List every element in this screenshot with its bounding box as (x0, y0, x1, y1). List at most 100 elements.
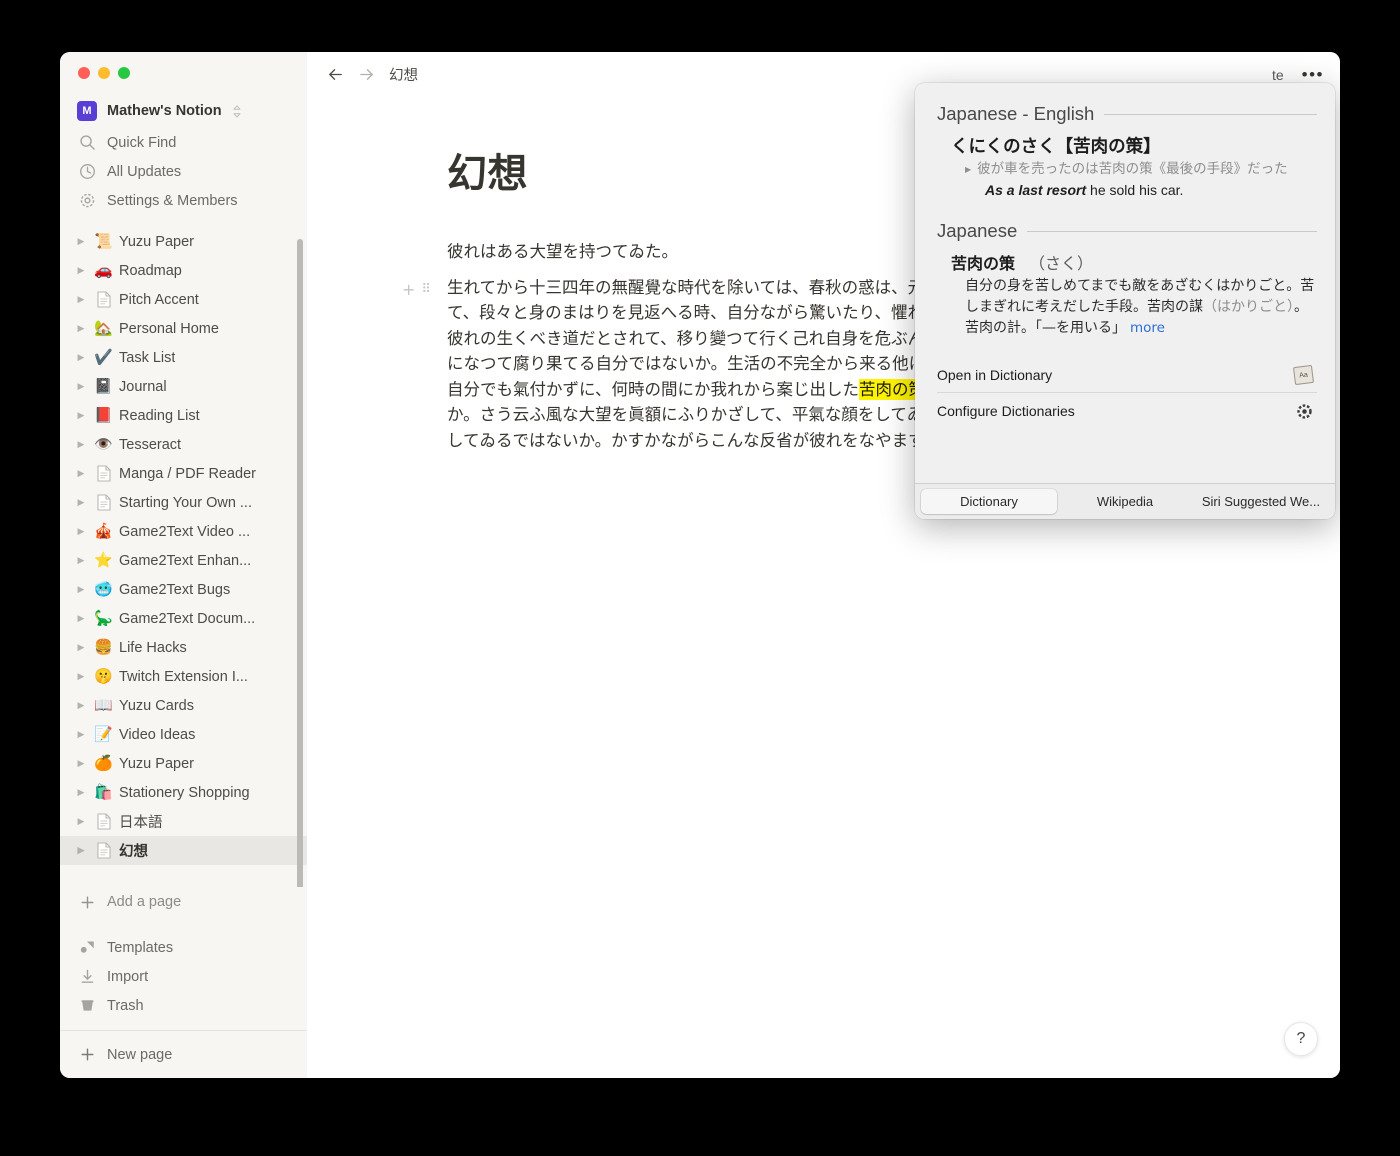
sidebar-page-label: Yuzu Cards (119, 697, 194, 714)
sidebar-item-import[interactable]: Import (60, 962, 307, 991)
forward-arrow-icon[interactable] (358, 66, 375, 83)
expand-triangle-icon[interactable]: ▶ (74, 701, 88, 710)
drag-handle-icon[interactable]: ⠿ (421, 283, 430, 296)
sidebar-item-templates[interactable]: Templates (60, 933, 307, 962)
expand-triangle-icon[interactable]: ▶ (74, 614, 88, 623)
close-window-button[interactable] (78, 67, 90, 79)
dictionary-entry-ja-en: くにくのさく【苦肉の策】 ▶ 彼が車を売ったのは苦肉の策《最後の手段》だった A… (937, 133, 1317, 200)
expand-triangle-icon[interactable]: ▶ (74, 382, 88, 391)
sidebar-item-label: Settings & Members (107, 192, 238, 209)
expand-triangle-icon[interactable]: ▶ (74, 585, 88, 594)
expand-triangle-icon[interactable]: ▶ (74, 759, 88, 768)
more-options-icon[interactable]: ••• (1302, 65, 1324, 85)
page-emoji-icon: 📝 (94, 725, 113, 743)
page-document-icon (94, 813, 113, 830)
sidebar-page-item[interactable]: ▶ 📓 Journal (60, 372, 307, 401)
sidebar-page-label: Manga / PDF Reader (119, 465, 257, 482)
tab-wikipedia[interactable]: Wikipedia (1057, 489, 1193, 514)
window-traffic-lights (60, 52, 307, 94)
sidebar-page-item[interactable]: ▶ 📖 Yuzu Cards (60, 691, 307, 720)
search-icon (80, 135, 95, 150)
sidebar-page-item[interactable]: ▶ 🍔 Life Hacks (60, 633, 307, 662)
sidebar-item-trash[interactable]: Trash (60, 991, 307, 1020)
sidebar-page-label: 日本語 (119, 815, 163, 831)
sidebar-page-label: Game2Text Enhan... (119, 552, 252, 569)
expand-triangle-icon[interactable]: ▶ (74, 324, 88, 333)
workspace-switcher[interactable]: M Mathew's Notion (60, 94, 307, 128)
expand-triangle-icon[interactable]: ▶ (74, 672, 88, 681)
sidebar-page-item[interactable]: ▶ 🍊 Yuzu Paper (60, 749, 307, 778)
new-page-button[interactable]: New page (60, 1030, 307, 1078)
tab-siri-suggested-websites[interactable]: Siri Suggested We... (1193, 489, 1329, 514)
breadcrumb[interactable]: 幻想 (389, 64, 418, 85)
sidebar-page-item[interactable]: ▶ 🥶 Game2Text Bugs (60, 575, 307, 604)
sidebar-page-item[interactable]: ▶ 幻想 (60, 836, 307, 865)
more-link[interactable]: more (1130, 320, 1165, 336)
sidebar-page-item[interactable]: ▶ 👁️ Tesseract (60, 430, 307, 459)
sidebar-page-item[interactable]: ▶ 🦕 Game2Text Docum... (60, 604, 307, 633)
expand-triangle-icon[interactable]: ▶ (74, 353, 88, 362)
page-emoji-icon: 🍔 (94, 638, 113, 656)
plus-icon (81, 1048, 94, 1061)
dictionary-actions: Open in Dictionary Aa Configure Dictiona… (937, 357, 1317, 429)
section-title: Japanese (937, 220, 1018, 241)
minimize-window-button[interactable] (98, 67, 110, 79)
sidebar-item-all-updates[interactable]: All Updates (60, 157, 307, 186)
sidebar-page-item[interactable]: ▶ 📝 Video Ideas (60, 720, 307, 749)
sidebar-page-item[interactable]: ▶ Manga / PDF Reader (60, 459, 307, 488)
expand-triangle-icon[interactable]: ▶ (74, 817, 88, 826)
expand-triangle-icon[interactable]: ▶ (74, 556, 88, 565)
add-block-icon[interactable]: + (402, 277, 415, 303)
entry-term-row: 苦肉の策 （さく） (951, 250, 1317, 274)
sidebar-page-label: Tesseract (119, 436, 182, 453)
zoom-window-button[interactable] (118, 67, 130, 79)
help-button[interactable]: ? (1284, 1022, 1318, 1056)
sidebar-page-item[interactable]: ▶ 📜 Yuzu Paper (60, 227, 307, 256)
definition-gloss: （はかりごと） (1203, 299, 1294, 315)
expand-triangle-icon[interactable]: ▶ (74, 730, 88, 739)
sidebar-nav-bottom: Templates Import Trash (60, 917, 307, 1030)
page-emoji-icon: 📕 (94, 406, 113, 424)
sidebar-item-label: Templates (107, 939, 174, 956)
expand-triangle-icon[interactable]: ▶ (74, 266, 88, 275)
expand-triangle-icon[interactable]: ▶ (74, 469, 88, 478)
tab-dictionary[interactable]: Dictionary (921, 489, 1057, 514)
sidebar-page-label: Game2Text Bugs (119, 581, 231, 598)
new-page-label: New page (107, 1046, 173, 1063)
sidebar-page-item[interactable]: ▶ 🚗 Roadmap (60, 256, 307, 285)
page-document-icon (94, 291, 113, 308)
sidebar-page-item[interactable]: ▶ 🏡 Personal Home (60, 314, 307, 343)
open-in-dictionary-button[interactable]: Open in Dictionary Aa (937, 357, 1317, 393)
sidebar-page-item[interactable]: ▶ 日本語 (60, 807, 307, 836)
sidebar-page-item[interactable]: ▶ ⭐ Game2Text Enhan... (60, 546, 307, 575)
expand-triangle-icon[interactable]: ▶ (74, 527, 88, 536)
page-emoji-icon: 🎪 (94, 522, 113, 540)
expand-triangle-icon[interactable]: ▶ (74, 788, 88, 797)
add-a-page-button[interactable]: Add a page (60, 887, 307, 917)
sidebar-page-item[interactable]: ▶ ✔️ Task List (60, 343, 307, 372)
update-button[interactable]: te (1272, 67, 1284, 83)
page-emoji-icon: 🚗 (94, 261, 113, 279)
sidebar-page-item[interactable]: ▶ Starting Your Own ... (60, 488, 307, 517)
sidebar-item-quick-find[interactable]: Quick Find (60, 128, 307, 157)
sidebar-page-item[interactable]: ▶ 🤫 Twitch Extension I... (60, 662, 307, 691)
sidebar-item-settings-members[interactable]: Settings & Members (60, 186, 307, 215)
expand-triangle-icon[interactable]: ▶ (74, 237, 88, 246)
sidebar-page-item[interactable]: ▶ 🎪 Game2Text Video ... (60, 517, 307, 546)
expand-triangle-icon[interactable]: ▶ (74, 846, 88, 855)
expand-triangle-icon[interactable]: ▶ (74, 498, 88, 507)
expand-triangle-icon[interactable]: ▶ (74, 440, 88, 449)
sidebar-nav-top: Quick Find All Updates Settings & Member… (60, 128, 307, 223)
sidebar-page-item[interactable]: ▶ 📕 Reading List (60, 401, 307, 430)
entry-term: くにくのさく【苦肉の策】 (951, 137, 1161, 157)
back-arrow-icon[interactable] (327, 66, 344, 83)
expand-triangle-icon[interactable]: ▶ (74, 295, 88, 304)
expand-triangle-icon[interactable]: ▶ (74, 643, 88, 652)
expand-triangle-icon[interactable]: ▶ (74, 411, 88, 420)
sidebar-page-item[interactable]: ▶ 🛍️ Stationery Shopping (60, 778, 307, 807)
sidebar-scrollbar[interactable] (297, 239, 303, 887)
sidebar-page-label: Personal Home (119, 320, 219, 337)
configure-dictionaries-button[interactable]: Configure Dictionaries (937, 393, 1317, 429)
workspace-avatar: M (77, 101, 97, 121)
sidebar-page-item[interactable]: ▶ Pitch Accent (60, 285, 307, 314)
